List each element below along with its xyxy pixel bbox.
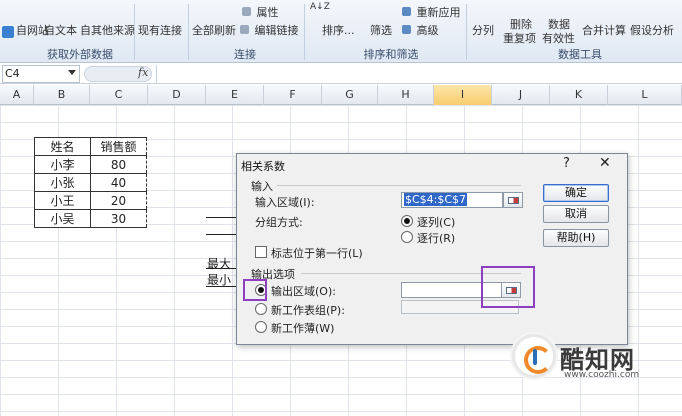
- ribbon-separator: [304, 4, 305, 60]
- from-other-sources-button[interactable]: 自其他来源: [80, 2, 135, 38]
- input-range-collapse-button[interactable]: [503, 192, 523, 208]
- column-header-b[interactable]: B: [34, 85, 90, 105]
- ribbon: 自网站 自文本 自其他来源 现有连接 全部刷新 属性 编辑链接 A↓Z 排序..…: [0, 0, 682, 63]
- input-range-field[interactable]: $C$4:$C$7: [401, 192, 503, 208]
- section-divider: [277, 185, 521, 186]
- table-header-sales[interactable]: 销售额: [90, 137, 147, 156]
- cell-border-line: [206, 217, 238, 218]
- ok-button[interactable]: 确定: [543, 184, 609, 202]
- table-header-name[interactable]: 姓名: [34, 137, 91, 156]
- column-headers: A B C D E F G H I J K L: [0, 85, 682, 105]
- sort-button[interactable]: 排序...: [322, 2, 355, 38]
- range-select-icon: [508, 197, 519, 204]
- column-header-a[interactable]: A: [0, 85, 34, 105]
- link-icon: [240, 25, 249, 34]
- table-cell[interactable]: 小李: [34, 155, 91, 174]
- table-row: 小吴 30: [34, 209, 147, 228]
- labels-first-row-checkbox[interactable]: [255, 246, 267, 258]
- chevron-down-icon[interactable]: [68, 70, 76, 75]
- help-button[interactable]: 帮助(H): [543, 229, 609, 247]
- input-range-label: 输入区域(I):: [255, 196, 315, 209]
- group-label-get-external-data: 获取外部数据: [47, 48, 113, 61]
- input-section-label: 输入: [251, 180, 273, 193]
- table-cell[interactable]: 小吴: [34, 209, 91, 228]
- sales-table: 姓名 销售额 小李 80 小张 40 小王 20 小吴 30: [34, 137, 147, 228]
- globe-icon: [2, 26, 14, 38]
- remove-duplicates-label: 重复项: [503, 32, 536, 45]
- column-header-c[interactable]: C: [90, 85, 148, 105]
- ribbon-separator: [188, 4, 189, 60]
- new-worksheet-label[interactable]: 新工作表组(P):: [271, 302, 345, 318]
- coozhi-logo-icon: [512, 334, 556, 378]
- by-column-label[interactable]: 逐列(C): [417, 214, 455, 230]
- advanced-filter-button[interactable]: 高级: [402, 22, 439, 38]
- column-header-i[interactable]: I: [434, 85, 492, 105]
- table-row: 小王 20: [34, 191, 147, 210]
- column-header-j[interactable]: J: [492, 85, 550, 105]
- column-header-f[interactable]: F: [264, 85, 322, 105]
- data-validation-label: 有效性: [542, 32, 575, 45]
- help-icon[interactable]: ?: [563, 156, 570, 171]
- table-cell[interactable]: 20: [90, 191, 147, 210]
- formula-input[interactable]: [156, 65, 682, 83]
- column-header-d[interactable]: D: [148, 85, 206, 105]
- insert-function-icon[interactable]: fx: [138, 66, 148, 79]
- by-row-label[interactable]: 逐行(R): [417, 230, 455, 246]
- advanced-filter-icon: [402, 25, 411, 34]
- column-header-h[interactable]: H: [378, 85, 434, 105]
- column-header-k[interactable]: K: [550, 85, 608, 105]
- table-cell[interactable]: 80: [90, 155, 147, 174]
- filter-button[interactable]: 筛选: [370, 2, 392, 38]
- new-worksheet-radio[interactable]: [255, 303, 267, 315]
- text-to-columns-button[interactable]: 分列: [472, 2, 494, 38]
- highlight-output-collapse-button: [481, 266, 535, 308]
- what-if-analysis-button[interactable]: 假设分析: [630, 2, 674, 38]
- existing-connections-button[interactable]: 现有连接: [138, 2, 182, 38]
- labels-first-row-label[interactable]: 标志位于第一行(L): [271, 245, 363, 261]
- table-row: 小张 40: [34, 173, 147, 192]
- ribbon-separator: [134, 4, 135, 60]
- edit-links-button[interactable]: 编辑链接: [240, 22, 299, 38]
- column-header-g[interactable]: G: [322, 85, 378, 105]
- highlight-output-radio: [243, 279, 267, 301]
- group-label-data-tools: 数据工具: [558, 48, 602, 61]
- by-column-radio[interactable]: [401, 215, 413, 227]
- from-text-button[interactable]: 自文本: [44, 2, 77, 38]
- table-cell[interactable]: 小张: [34, 173, 91, 192]
- dialog-title: 相关系数: [241, 160, 285, 173]
- table-cell[interactable]: 30: [90, 209, 147, 228]
- reapply-icon: [402, 7, 411, 16]
- ribbon-separator: [466, 4, 467, 60]
- new-workbook-radio[interactable]: [255, 321, 267, 333]
- formula-bar: C4 fx: [0, 64, 682, 84]
- watermark-url: www.coozhi.com: [564, 370, 640, 380]
- cell-max-label[interactable]: 最大: [207, 255, 231, 272]
- refresh-all-button[interactable]: 全部刷新: [192, 2, 236, 38]
- close-icon[interactable]: ✕: [599, 155, 611, 171]
- output-range-label[interactable]: 输出区域(O):: [271, 283, 336, 299]
- cell-border-line: [206, 268, 238, 269]
- reapply-button[interactable]: 重新应用: [402, 4, 461, 20]
- by-row-radio[interactable]: [401, 231, 413, 243]
- table-row: 小李 80: [34, 155, 147, 174]
- column-header-e[interactable]: E: [206, 85, 264, 105]
- table-row: 姓名 销售额: [34, 137, 147, 156]
- cell-border-line: [206, 286, 238, 287]
- group-by-label: 分组方式:: [255, 216, 303, 229]
- properties-icon: [242, 7, 251, 16]
- table-cell[interactable]: 小王: [34, 191, 91, 210]
- properties-button[interactable]: 属性: [242, 4, 279, 20]
- from-web-button[interactable]: 自网站: [2, 2, 49, 38]
- correlation-dialog: 相关系数 ? ✕ 输入 输入区域(I): $C$4:$C$7 分组方式: 逐列(…: [236, 153, 628, 345]
- column-header-l[interactable]: L: [608, 85, 682, 105]
- table-cell[interactable]: 40: [90, 173, 147, 192]
- group-label-connections: 连接: [234, 48, 256, 61]
- new-workbook-label[interactable]: 新工作薄(W): [271, 320, 334, 336]
- consolidate-button[interactable]: 合并计算: [582, 2, 626, 38]
- group-label-sort-filter: 排序和筛选: [363, 48, 419, 61]
- cancel-button[interactable]: 取消: [543, 205, 609, 223]
- cell-border-line: [206, 234, 238, 235]
